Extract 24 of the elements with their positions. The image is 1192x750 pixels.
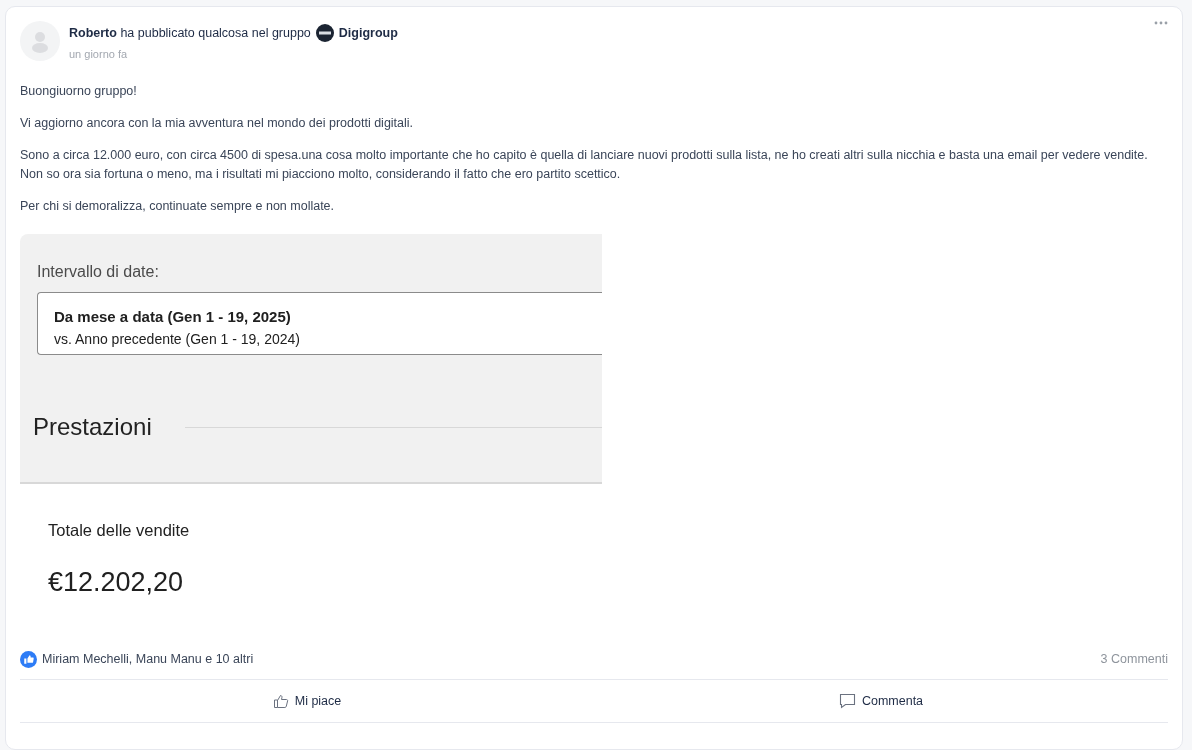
post-time: un giorno fa — [69, 46, 129, 62]
post-paragraph: Buongiuorno gruppo! — [20, 83, 138, 101]
avatar-icon[interactable] — [20, 21, 60, 61]
author-line: Roberto ha pubblicato qualcosa nel gruppo — [69, 25, 311, 42]
comment-button[interactable]: Commenta — [838, 691, 924, 711]
more-options-button[interactable] — [1154, 21, 1168, 25]
comparison-range: vs. Anno precedente (Gen 1 - 19, 2024) — [54, 329, 301, 349]
like-button[interactable]: Mi piace — [272, 691, 342, 711]
more-options-icon — [1154, 21, 1168, 25]
reaction-names[interactable]: Miriam Mechelli, Manu Manu e 10 altri — [42, 650, 254, 669]
section-title: Prestazioni — [33, 412, 152, 443]
comment-icon — [838, 693, 856, 709]
post-paragraph: Vi aggiorno ancora con la mia avventura nel mondo dei prodotti digitali. — [20, 115, 415, 133]
metric-value: €12.202,20 — [48, 566, 185, 599]
metric-label: Totale delle vendite — [48, 520, 191, 542]
group-icon[interactable] — [315, 24, 334, 43]
thumbs-up-icon — [272, 693, 289, 709]
date-range-label: Intervallo di date: — [37, 262, 160, 283]
post-paragraph: Sono a circa 12.000 euro, con circa 4500 di spesa.una cosa molto importante che ho capito è quella di lanciare nuovi prodotti sulla lista, ne ho creati altri sulla nicchia e basta una email per vedere vendite. Non so ora sia fortuna o meno, ma i risultati mi piacciono molto, considerando il fatto che ero partito scettico. — [20, 147, 1149, 184]
date-range-selector[interactable]: Da mese a data (Gen 1 - 19, 2025) vs. Anno precedente (Gen 1 - 19, 2024) — [37, 292, 602, 356]
post-paragraph: Per chi si demoralizza, continuate sempre e non mollate. — [20, 198, 336, 216]
like-reaction-icon — [20, 651, 37, 669]
date-range-value: Da mese a data (Gen 1 - 19, 2025) — [54, 307, 292, 328]
group-link[interactable]: Digigroup — [338, 24, 398, 43]
